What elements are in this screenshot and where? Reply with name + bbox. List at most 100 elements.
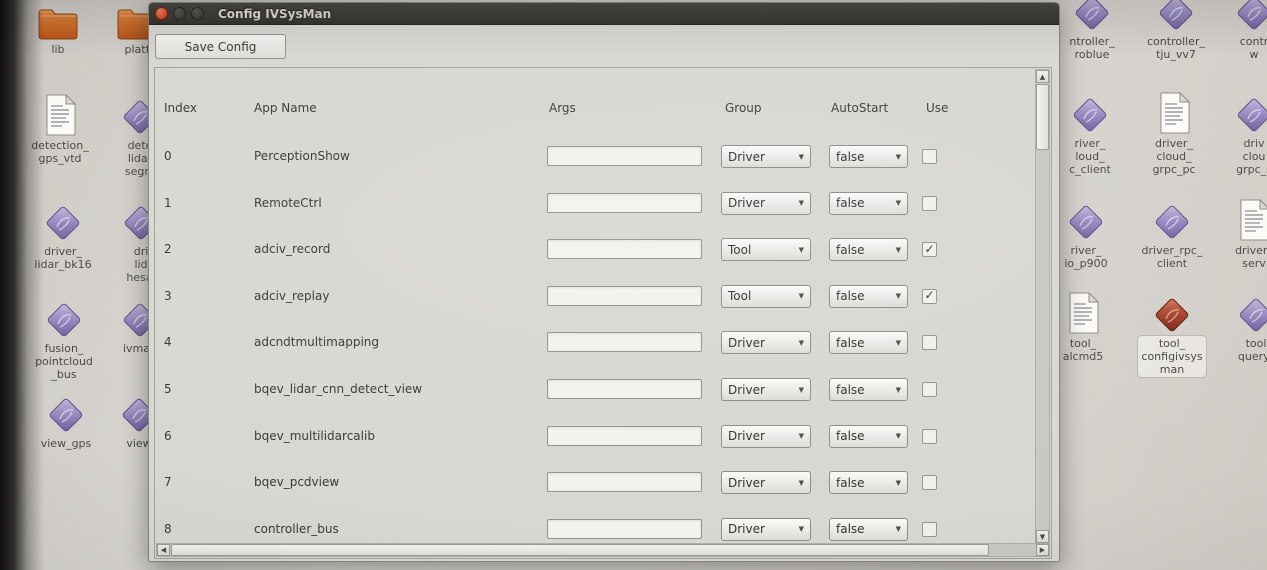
row-index-cell: 5 bbox=[164, 382, 172, 396]
dropdown-arrow-icon: ▼ bbox=[890, 479, 901, 487]
dropdown-arrow-icon: ▼ bbox=[793, 246, 804, 254]
use-checkbox[interactable]: ✓ bbox=[922, 242, 937, 257]
dropdown-arrow-icon: ▼ bbox=[890, 292, 901, 300]
group-dropdown[interactable]: Driver▼ bbox=[721, 518, 811, 541]
args-input[interactable] bbox=[547, 239, 702, 259]
group-dropdown[interactable]: Driver▼ bbox=[721, 192, 811, 215]
args-input[interactable] bbox=[547, 472, 702, 492]
scroll-left-icon[interactable]: ◀ bbox=[157, 544, 170, 556]
desktop-icon-label: driver_rpc_client bbox=[1139, 243, 1206, 271]
group-dropdown[interactable]: Driver▼ bbox=[721, 145, 811, 168]
autostart-dropdown[interactable]: false▼ bbox=[829, 518, 908, 541]
args-input[interactable] bbox=[547, 426, 702, 446]
use-checkbox[interactable]: ✓ bbox=[922, 289, 937, 304]
desktop-icon-driv-clou-grpc-s[interactable]: drivclougrpc_s bbox=[1212, 88, 1267, 177]
use-checkbox[interactable] bbox=[922, 429, 937, 444]
row-index-cell: 8 bbox=[164, 522, 172, 536]
window-titlebar[interactable]: Config IVSysMan bbox=[149, 3, 1059, 25]
scroll-right-icon[interactable]: ▶ bbox=[1036, 544, 1049, 556]
args-input[interactable] bbox=[547, 519, 702, 539]
args-input[interactable] bbox=[547, 193, 702, 213]
dropdown-arrow-icon: ▼ bbox=[793, 153, 804, 161]
args-input[interactable] bbox=[547, 146, 702, 166]
row-index-cell: 6 bbox=[164, 429, 172, 443]
scroll-up-icon[interactable]: ▲ bbox=[1036, 70, 1049, 83]
autostart-dropdown[interactable]: false▼ bbox=[829, 238, 908, 261]
autostart-dropdown[interactable]: false▼ bbox=[829, 471, 908, 494]
args-input[interactable] bbox=[547, 332, 702, 352]
group-dropdown[interactable]: Driver▼ bbox=[721, 378, 811, 401]
row-index-cell: 3 bbox=[164, 289, 172, 303]
column-header-index: Index bbox=[164, 101, 197, 115]
maximize-icon[interactable] bbox=[191, 7, 204, 20]
desktop-icon-driver-rpc-client[interactable]: driver_rpc_client bbox=[1130, 195, 1214, 271]
app-name-cell: adcndtmultimapping bbox=[254, 335, 379, 349]
args-input[interactable] bbox=[547, 286, 702, 306]
desktop-icon-controller-tju-vv7[interactable]: controller_tju_vv7 bbox=[1134, 0, 1218, 62]
desktop-icon-detection-gps-vtd[interactable]: detection_gps_vtd bbox=[18, 90, 102, 166]
scroll-down-icon[interactable]: ▼ bbox=[1036, 530, 1049, 543]
group-dropdown[interactable]: Driver▼ bbox=[721, 331, 811, 354]
autostart-dropdown[interactable]: false▼ bbox=[829, 192, 908, 215]
desktop-icon-label: ntroller_roblue bbox=[1066, 34, 1117, 62]
autostart-dropdown[interactable]: false▼ bbox=[829, 285, 908, 308]
document-icon bbox=[1158, 88, 1191, 134]
desktop-icon-label: lib bbox=[48, 42, 67, 57]
desktop-icon-label: fusion_pointcloud_bus bbox=[32, 341, 96, 382]
config-ivsysman-window: Config IVSysMan Save Config Index App Na… bbox=[148, 2, 1060, 562]
desktop-icon-view-gps[interactable]: view_gps bbox=[24, 388, 108, 451]
desktop-icon-lib[interactable]: lib bbox=[16, 0, 100, 57]
use-checkbox[interactable] bbox=[922, 149, 937, 164]
dropdown-arrow-icon: ▼ bbox=[890, 153, 901, 161]
dropdown-arrow-icon: ▼ bbox=[890, 386, 901, 394]
desktop-icon-label: river_loud_c_client bbox=[1066, 136, 1114, 177]
app-name-cell: bqev_lidar_cnn_detect_view bbox=[254, 382, 422, 396]
desktop-icon-contr-w[interactable]: contrw bbox=[1212, 0, 1267, 62]
close-icon[interactable] bbox=[155, 7, 168, 20]
app-diamond-icon bbox=[1067, 195, 1105, 241]
use-checkbox[interactable] bbox=[922, 335, 937, 350]
app-diamond-icon bbox=[45, 293, 83, 339]
group-dropdown[interactable]: Driver▼ bbox=[721, 425, 811, 448]
use-checkbox[interactable] bbox=[922, 475, 937, 490]
autostart-dropdown[interactable]: false▼ bbox=[829, 425, 908, 448]
use-checkbox[interactable] bbox=[922, 522, 937, 537]
desktop-icon-driver-cloud-grpc-pc[interactable]: driver_cloud_grpc_pc bbox=[1132, 88, 1216, 177]
save-config-button[interactable]: Save Config bbox=[155, 34, 286, 59]
group-dropdown[interactable]: Tool▼ bbox=[721, 238, 811, 261]
group-dropdown[interactable]: Driver▼ bbox=[721, 471, 811, 494]
desktop-icon-driver-lidar-bk16[interactable]: driver_lidar_bk16 bbox=[21, 196, 105, 272]
use-checkbox[interactable] bbox=[922, 382, 937, 397]
app-name-cell: adciv_record bbox=[254, 242, 330, 256]
horizontal-scrollbar-thumb[interactable] bbox=[171, 544, 989, 556]
desktop-icon-tool-queryr[interactable]: toolqueryr bbox=[1214, 288, 1267, 364]
desktop-icon-label: tool_alcmd5 bbox=[1060, 336, 1107, 364]
dropdown-arrow-icon: ▼ bbox=[890, 246, 901, 254]
group-dropdown[interactable]: Tool▼ bbox=[721, 285, 811, 308]
app-diamond-red-icon bbox=[1153, 288, 1191, 334]
desktop-icon-label: river_io_p900 bbox=[1061, 243, 1110, 271]
row-index-cell: 1 bbox=[164, 196, 172, 210]
minimize-icon[interactable] bbox=[173, 7, 186, 20]
app-diamond-icon bbox=[1157, 0, 1195, 32]
check-icon: ✓ bbox=[924, 289, 934, 301]
desktop-icon-fusion-pointcloud-bus[interactable]: fusion_pointcloud_bus bbox=[22, 293, 106, 382]
desktop-icon-river-loud-c-client[interactable]: river_loud_c_client bbox=[1048, 88, 1132, 177]
desktop-icon-tool-configivsys-man[interactable]: tool_configivsysman bbox=[1130, 288, 1214, 377]
app-name-cell: adciv_replay bbox=[254, 289, 329, 303]
desktop-icon-label: view_gps bbox=[38, 436, 95, 451]
app-diamond-icon bbox=[1235, 0, 1267, 32]
dropdown-arrow-icon: ▼ bbox=[793, 525, 804, 533]
desktop-icon-label: driver_serv bbox=[1232, 243, 1267, 271]
horizontal-scrollbar: ◀ ▶ bbox=[156, 543, 1050, 557]
vertical-scrollbar-thumb[interactable] bbox=[1036, 84, 1049, 150]
desktop-icon-driver-serv[interactable]: driver_serv bbox=[1212, 195, 1267, 271]
autostart-dropdown[interactable]: false▼ bbox=[829, 145, 908, 168]
use-checkbox[interactable] bbox=[922, 196, 937, 211]
autostart-dropdown[interactable]: false▼ bbox=[829, 378, 908, 401]
row-index-cell: 2 bbox=[164, 242, 172, 256]
desktop-icon-ntroller-roblue[interactable]: ntroller_roblue bbox=[1050, 0, 1134, 62]
args-input[interactable] bbox=[547, 379, 702, 399]
autostart-dropdown[interactable]: false▼ bbox=[829, 331, 908, 354]
app-diamond-icon bbox=[1073, 0, 1111, 32]
